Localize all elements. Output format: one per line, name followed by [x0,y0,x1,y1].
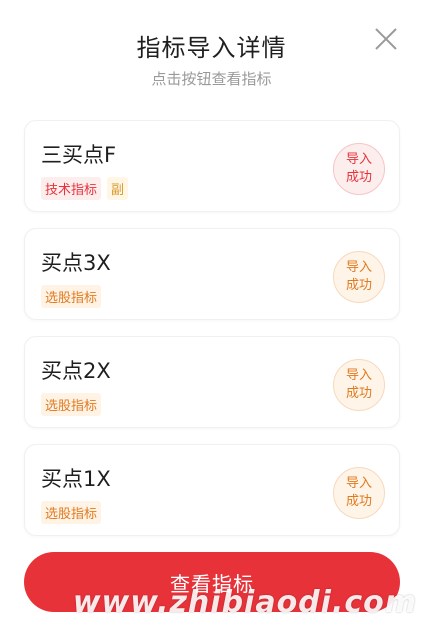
import-success-badge: 导入 成功 [333,359,385,411]
dialog-subtitle: 点击按钮查看指标 [151,70,272,88]
badge-line-2: 成功 [345,386,372,401]
import-success-badge: 导入 成功 [333,467,385,519]
indicator-name: 买点3X [41,251,111,275]
indicator-tags: 选股指标 [41,393,102,416]
badge-line-2: 成功 [345,170,372,185]
badge-line-2: 成功 [345,278,372,293]
badge-line-1: 导入 [345,368,372,383]
indicator-card[interactable]: 买点1X 选股指标 导入 成功 [24,444,400,536]
indicator-card[interactable]: 买点3X 选股指标 导入 成功 [24,228,400,320]
indicator-tags: 选股指标 [41,285,102,308]
badge-line-1: 导入 [345,260,372,275]
indicator-name: 买点2X [41,359,111,383]
indicator-card[interactable]: 买点2X 选股指标 导入 成功 [24,336,400,428]
indicator-sub-tag: 副 [107,177,129,200]
indicator-tags: 技术指标 副 [41,177,129,200]
view-indicators-button[interactable]: 查看指标 [24,552,400,612]
import-details-dialog: 指标导入详情 点击按钮查看指标 三买点F 技术指标 副 导入 成功 买点3X 选… [0,0,423,634]
indicator-type-tag: 选股指标 [41,501,102,524]
indicator-card[interactable]: 三买点F 技术指标 副 导入 成功 [24,120,400,212]
indicator-type-tag: 技术指标 [41,177,102,200]
badge-line-1: 导入 [345,152,372,167]
indicator-type-tag: 选股指标 [41,285,102,308]
indicator-list: 三买点F 技术指标 副 导入 成功 买点3X 选股指标 导入 成功 买点2X 选… [24,120,400,552]
indicator-type-tag: 选股指标 [41,393,102,416]
close-icon[interactable] [373,26,399,52]
badge-line-2: 成功 [345,494,372,509]
import-success-badge: 导入 成功 [333,143,385,195]
badge-line-1: 导入 [345,476,372,491]
indicator-name: 三买点F [41,143,117,167]
import-success-badge: 导入 成功 [333,251,385,303]
dialog-title: 指标导入详情 [136,34,287,62]
indicator-name: 买点1X [41,467,111,491]
indicator-tags: 选股指标 [41,501,102,524]
